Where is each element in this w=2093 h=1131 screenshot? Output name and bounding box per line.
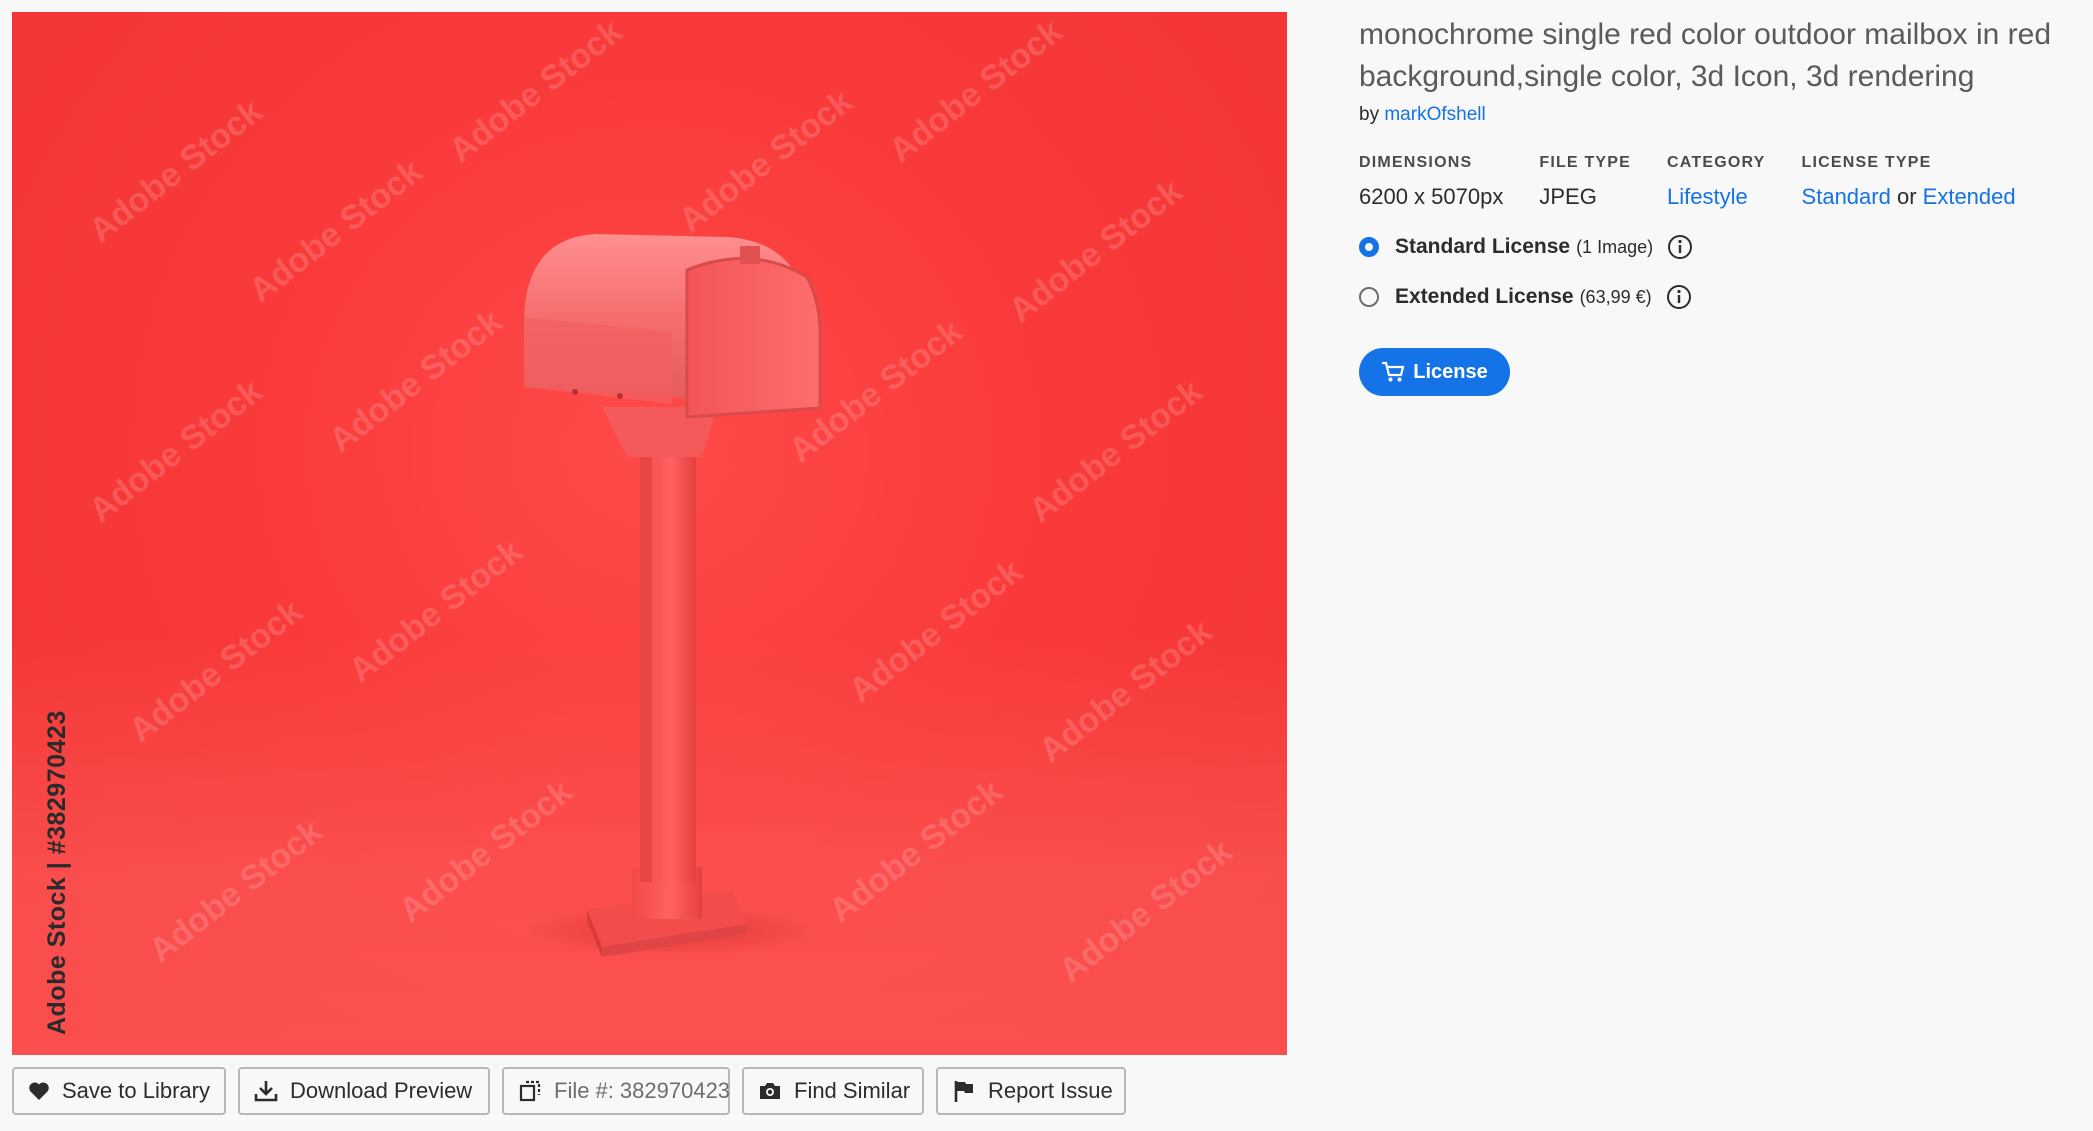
licensetype-or: or bbox=[1896, 184, 1917, 209]
author-link[interactable]: markOfshell bbox=[1384, 104, 1485, 125]
byline-prefix: by bbox=[1359, 104, 1380, 125]
filetype-value: JPEG bbox=[1539, 184, 1597, 209]
find-similar-button[interactable]: Find Similar bbox=[742, 1067, 924, 1115]
extended-license-option[interactable]: Extended License (63,99 €) bbox=[1359, 284, 2079, 310]
file-number-button[interactable]: File #: 382970423 bbox=[502, 1067, 730, 1115]
save-to-library-button[interactable]: Save to Library bbox=[12, 1067, 226, 1115]
standard-license-radio[interactable] bbox=[1359, 237, 1379, 257]
filetype-label: FILE TYPE bbox=[1539, 154, 1632, 171]
asset-byline: by markOfshell bbox=[1359, 104, 2079, 126]
info-icon[interactable] bbox=[1666, 284, 1692, 310]
copy-icon bbox=[518, 1078, 542, 1104]
licensetype-value: Standard or Extended bbox=[1802, 184, 2016, 210]
standard-license-option[interactable]: Standard License (1 Image) bbox=[1359, 234, 2079, 260]
dimensions-field: DIMENSIONS 6200 x 5070px bbox=[1359, 154, 1503, 210]
extended-license-radio[interactable] bbox=[1359, 287, 1379, 307]
standard-license-detail: (1 Image) bbox=[1576, 236, 1654, 257]
asset-actions: Save to Library Download Preview File #:… bbox=[12, 1067, 1126, 1115]
standard-license-name: Standard License bbox=[1395, 235, 1571, 258]
cart-icon bbox=[1381, 361, 1405, 383]
extended-license-link[interactable]: Extended bbox=[1923, 184, 2016, 209]
download-preview-label: Download Preview bbox=[290, 1078, 473, 1103]
licensetype-label: LICENSE TYPE bbox=[1801, 154, 1932, 171]
standard-license-link[interactable]: Standard bbox=[1802, 184, 1891, 209]
camera-icon bbox=[758, 1078, 782, 1104]
flag-icon bbox=[952, 1078, 976, 1104]
heart-icon bbox=[28, 1078, 50, 1104]
licensetype-field: LICENSE TYPE Standard or Extended bbox=[1802, 154, 2016, 210]
license-button-label: License bbox=[1413, 360, 1488, 383]
asset-info-panel: monochrome single red color outdoor mail… bbox=[1359, 14, 2079, 396]
save-to-library-label: Save to Library bbox=[62, 1078, 210, 1103]
report-issue-button[interactable]: Report Issue bbox=[936, 1067, 1126, 1115]
extended-license-detail: (63,99 €) bbox=[1579, 286, 1652, 307]
asset-title: monochrome single red color outdoor mail… bbox=[1359, 18, 2052, 93]
asset-preview-image: Adobe Stock Adobe Stock Adobe Stock Adob… bbox=[12, 12, 1287, 1055]
find-similar-label: Find Similar bbox=[794, 1078, 911, 1103]
license-button[interactable]: License bbox=[1359, 348, 1510, 396]
extended-license-name: Extended License bbox=[1395, 285, 1574, 308]
mailbox-illustration bbox=[522, 234, 822, 957]
category-field: CATEGORY Lifestyle bbox=[1667, 154, 1766, 210]
category-label: CATEGORY bbox=[1667, 154, 1766, 171]
dimensions-label: DIMENSIONS bbox=[1359, 154, 1473, 171]
report-issue-label: Report Issue bbox=[988, 1078, 1113, 1103]
download-icon bbox=[254, 1078, 278, 1104]
file-number-prefix: File #: bbox=[554, 1078, 614, 1103]
file-number-value: 382970423 bbox=[619, 1078, 731, 1103]
stock-credit-label: Adobe Stock | #382970423 bbox=[43, 710, 71, 1035]
asset-metadata: DIMENSIONS 6200 x 5070px FILE TYPE JPEG … bbox=[1359, 154, 2079, 210]
dimensions-value: 6200 x 5070px bbox=[1359, 184, 1504, 209]
info-icon[interactable] bbox=[1667, 234, 1693, 260]
download-preview-button[interactable]: Download Preview bbox=[238, 1067, 490, 1115]
category-link[interactable]: Lifestyle bbox=[1667, 184, 1766, 210]
filetype-field: FILE TYPE JPEG bbox=[1539, 154, 1631, 210]
